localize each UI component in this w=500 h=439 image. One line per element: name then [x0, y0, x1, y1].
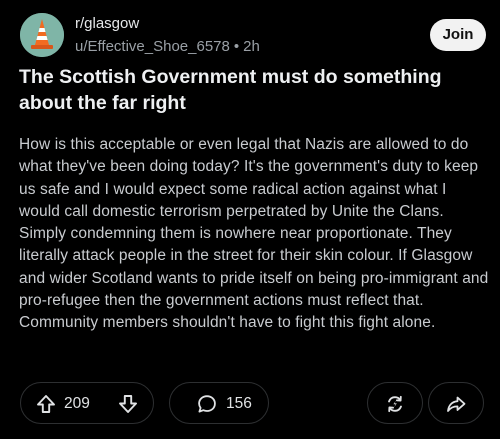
comments-button[interactable]: 156 [169, 382, 269, 424]
meta-separator: • [233, 38, 240, 55]
speech-bubble-icon [196, 393, 218, 415]
post-body: How is this acceptable or even legal tha… [19, 136, 489, 332]
comment-count: 156 [226, 395, 252, 412]
award-swap-icon [384, 393, 406, 415]
arrow-down-icon[interactable] [117, 393, 139, 415]
vote-control: 209 [20, 382, 154, 424]
share-arrow-icon [445, 393, 467, 415]
post-header: r/glasgow u/Effective_Shoe_6578 • 2h Join [18, 13, 486, 61]
vote-count: 209 [64, 395, 90, 412]
award-button[interactable] [367, 382, 423, 424]
share-button[interactable] [428, 382, 484, 424]
author-line: u/Effective_Shoe_6578 • 2h [75, 37, 260, 57]
author-username[interactable]: u/Effective_Shoe_6578 [75, 38, 230, 55]
traffic-cone-icon [20, 13, 64, 57]
join-button[interactable]: Join [430, 19, 486, 51]
post-age: 2h [243, 38, 260, 55]
action-bar: 209 156 [20, 382, 488, 426]
subreddit-avatar[interactable] [20, 13, 64, 57]
arrow-up-icon[interactable] [35, 393, 57, 415]
post-meta: r/glasgow u/Effective_Shoe_6578 • 2h [75, 14, 260, 57]
post-title: The Scottish Government must do somethin… [19, 66, 442, 114]
subreddit-name[interactable]: r/glasgow [75, 14, 260, 34]
